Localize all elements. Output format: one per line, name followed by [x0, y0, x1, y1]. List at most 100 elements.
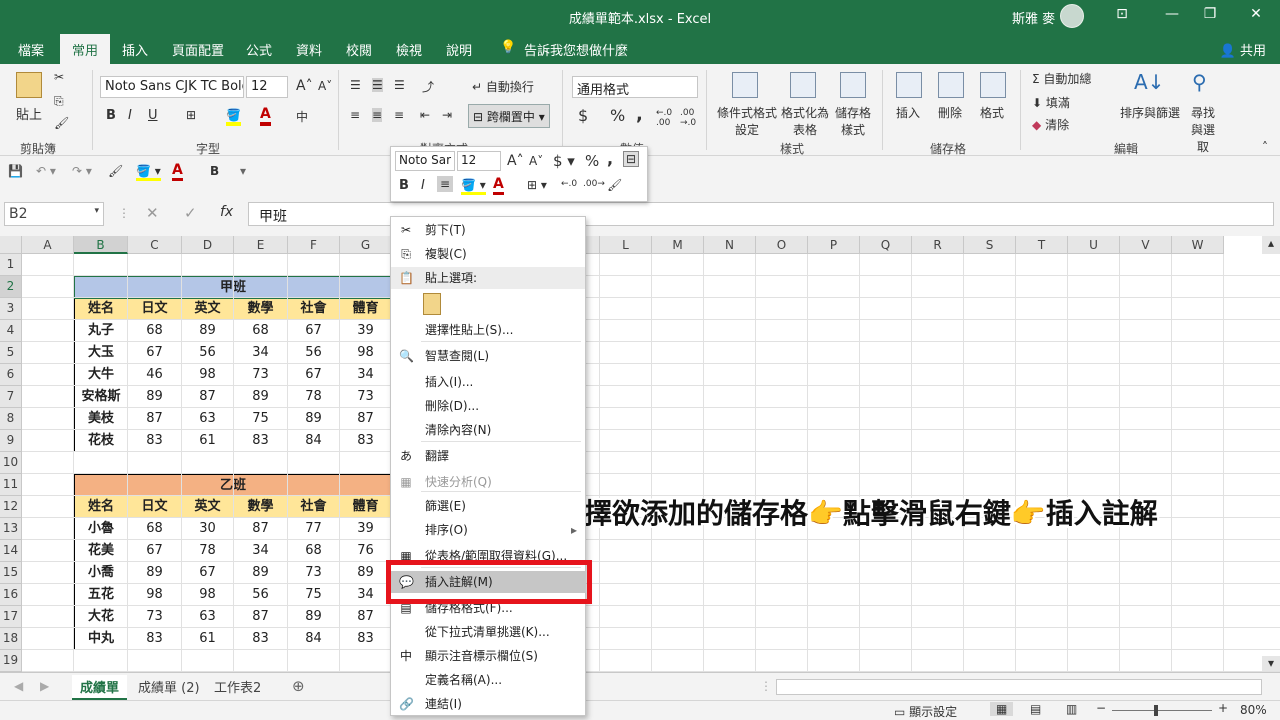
context-menu-item[interactable]: ✂ 剪下(T) [391, 219, 585, 241]
student-name-cell[interactable]: 安格斯 [74, 386, 128, 408]
student-name-cell[interactable]: 丸子 [74, 320, 128, 342]
column-header-cell[interactable]: 數學 [234, 298, 288, 320]
score-cell[interactable]: 87 [234, 518, 288, 540]
score-cell[interactable]: 98 [128, 584, 182, 606]
format-cells-icon[interactable] [980, 72, 1006, 98]
undo-icon[interactable]: ↶ ▾ [36, 164, 56, 178]
user-name[interactable]: 斯雅 麥 [1012, 8, 1055, 27]
minimize-button[interactable]: — [1160, 6, 1184, 22]
shrink-font-icon[interactable]: A˅ [318, 79, 332, 93]
comma-icon[interactable]: , [607, 149, 613, 168]
save-icon[interactable]: 💾 [8, 164, 23, 178]
align-right-icon[interactable]: ≡ [394, 108, 404, 122]
score-cell[interactable]: 68 [128, 320, 182, 342]
context-menu-item[interactable]: あ翻譯 [391, 445, 585, 467]
merge-icon[interactable]: ⊟ [623, 151, 640, 167]
increase-decimal-icon[interactable]: ←.0.00 [656, 108, 672, 128]
score-cell[interactable]: 61 [182, 628, 234, 650]
score-cell[interactable]: 61 [182, 430, 234, 452]
display-settings-button[interactable]: ▭ 顯示設定 [894, 703, 957, 720]
score-cell[interactable]: 39 [340, 518, 392, 540]
row-header-12[interactable]: 12 [0, 496, 22, 518]
score-cell[interactable]: 34 [340, 364, 392, 386]
context-menu-item[interactable]: 🔗 連結(I) [391, 693, 585, 715]
delete-cells-icon[interactable] [938, 72, 964, 98]
score-cell[interactable]: 89 [182, 320, 234, 342]
context-menu-item[interactable]: 中顯示注音標示欄位(S) [391, 645, 585, 667]
score-cell[interactable]: 34 [234, 342, 288, 364]
student-name-cell[interactable]: 花枝 [74, 430, 128, 452]
format-as-table-button[interactable]: 格式化為表格 [778, 104, 832, 138]
zoom-level[interactable]: 80% [1240, 703, 1267, 717]
column-header-cell[interactable]: 體育 [340, 298, 392, 320]
increase-decimal-icon[interactable]: ←.0 [561, 179, 577, 189]
score-cell[interactable]: 63 [182, 606, 234, 628]
borders-icon[interactable]: ⊞ ▾ [527, 178, 547, 192]
blank-cell[interactable] [288, 452, 340, 474]
insert-cells-icon[interactable] [896, 72, 922, 98]
column-header-p[interactable]: P [808, 236, 860, 254]
align-middle-icon[interactable]: ☰ [372, 78, 383, 92]
score-cell[interactable]: 75 [288, 584, 340, 606]
row-header-4[interactable]: 4 [0, 320, 22, 342]
score-cell[interactable]: 89 [234, 562, 288, 584]
tab-help[interactable]: 說明 [446, 40, 472, 59]
number-format-select[interactable]: 通用格式 [572, 76, 698, 98]
column-header-v[interactable]: V [1120, 236, 1172, 254]
grow-font-icon[interactable]: A˄ [296, 78, 313, 94]
score-cell[interactable]: 87 [340, 606, 392, 628]
cell-styles-button[interactable]: 儲存格樣式 [832, 104, 874, 138]
score-cell[interactable]: 73 [340, 386, 392, 408]
insert-function-button[interactable]: fx [220, 204, 233, 220]
mini-size-select[interactable]: 12 [457, 151, 501, 171]
sheet-tab-3[interactable]: 工作表2 [206, 675, 269, 698]
column-header-t[interactable]: T [1016, 236, 1068, 254]
horizontal-scrollbar[interactable] [776, 679, 1262, 695]
student-name-cell[interactable]: 小喬 [74, 562, 128, 584]
score-cell[interactable]: 83 [340, 628, 392, 650]
context-menu-item[interactable]: 🔍 智慧查閱(L) [391, 345, 585, 367]
score-cell[interactable]: 56 [182, 342, 234, 364]
mini-font-select[interactable]: Noto Sar [395, 151, 455, 171]
column-header-g[interactable]: G [340, 236, 392, 254]
score-cell[interactable]: 89 [128, 562, 182, 584]
score-cell[interactable]: 73 [288, 562, 340, 584]
tab-review[interactable]: 校閱 [346, 40, 372, 59]
column-header-cell[interactable]: 姓名 [74, 298, 128, 320]
conditional-format-icon[interactable] [732, 72, 758, 98]
scroll-down-icon[interactable]: ▾ [1262, 656, 1280, 672]
blank-cell[interactable] [182, 452, 234, 474]
student-name-cell[interactable]: 美枝 [74, 408, 128, 430]
column-header-cell[interactable]: 日文 [128, 496, 182, 518]
orientation-icon[interactable]: ⤴ [422, 78, 434, 95]
score-cell[interactable]: 83 [128, 628, 182, 650]
tab-page-layout[interactable]: 頁面配置 [172, 40, 224, 59]
page-layout-view-icon[interactable]: ▤ [1030, 702, 1041, 716]
grow-font-icon[interactable]: A˄ [507, 153, 524, 169]
zoom-slider-thumb[interactable] [1154, 705, 1158, 716]
student-name-cell[interactable]: 大花 [74, 606, 128, 628]
score-cell[interactable]: 68 [288, 540, 340, 562]
font-size-select[interactable]: 12 [246, 76, 288, 98]
score-cell[interactable]: 67 [288, 364, 340, 386]
score-cell[interactable]: 87 [234, 606, 288, 628]
align-bottom-icon[interactable]: ☰ [394, 78, 405, 92]
merge-center-button[interactable]: ⊟ 跨欄置中 ▾ [468, 104, 550, 128]
tab-formulas[interactable]: 公式 [246, 40, 272, 59]
currency-icon[interactable]: $ ▾ [553, 152, 575, 170]
restore-button[interactable]: ❐ [1198, 6, 1222, 22]
autosum-button[interactable]: Σ 自動加總 [1032, 70, 1091, 87]
comma-button[interactable]: , [636, 104, 643, 125]
phonetic-icon[interactable]: 中 [296, 108, 308, 125]
align-center-icon[interactable]: ≡ [437, 176, 454, 192]
normal-view-icon[interactable]: ▦ [990, 702, 1014, 716]
score-cell[interactable]: 30 [182, 518, 234, 540]
row-header-5[interactable]: 5 [0, 342, 22, 364]
select-all-corner[interactable] [0, 236, 22, 254]
format-painter-icon[interactable]: 🖌 [607, 178, 622, 192]
fill-button[interactable]: ⬇ 填滿 [1032, 94, 1070, 111]
column-header-b[interactable]: B [74, 236, 128, 254]
score-cell[interactable]: 68 [234, 320, 288, 342]
context-menu-item[interactable]: 從下拉式清單挑選(K)... [391, 621, 585, 643]
tab-file[interactable]: 檔案 [18, 40, 44, 59]
